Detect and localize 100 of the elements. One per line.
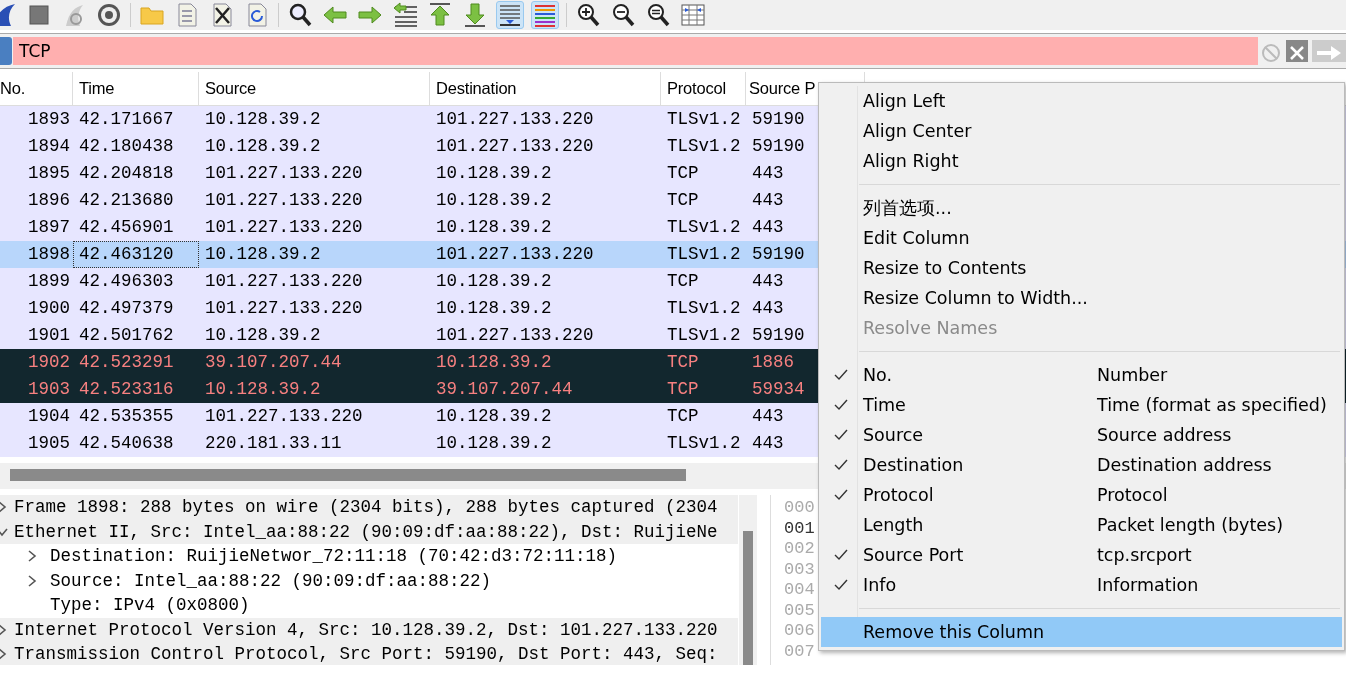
menu-item[interactable]: Protocol Protocol	[819, 480, 1344, 510]
scrollbar-thumb[interactable]	[743, 531, 753, 665]
expand-icon[interactable]	[0, 648, 8, 661]
table-cell-text: 42.456901	[78, 216, 175, 240]
table-cell-text: 10.128.39.2	[435, 162, 553, 186]
table-cell-text: 1904	[27, 405, 71, 429]
table-cell-text: 10.128.39.2	[204, 324, 322, 348]
table-cell-text: 59190	[751, 108, 806, 132]
table-cell-text: 1902	[27, 351, 71, 375]
table-cell-text: 59934	[751, 378, 806, 402]
table-cell-text: 101.227.133.220	[204, 270, 364, 294]
table-cell-text: 39.107.207.44	[204, 351, 343, 375]
table-cell-text: 443	[751, 216, 785, 240]
hex-offset: 004	[784, 579, 815, 598]
hex-offset: 007	[784, 640, 815, 659]
table-cell-text: 59190	[751, 324, 806, 348]
table-cell-text: TLSv1.2	[666, 135, 742, 159]
hex-offset: 003	[784, 558, 815, 577]
table-cell-text: 42.497379	[78, 297, 175, 321]
table-cell-text: 101.227.133.220	[435, 135, 595, 159]
scrollbar-thumb[interactable]	[10, 469, 686, 481]
hex-offset: 001	[784, 517, 815, 536]
table-cell-text: 10.128.39.2	[435, 216, 553, 240]
table-cell-text: 10.128.39.2	[435, 405, 553, 429]
table-cell-text: TCP	[666, 351, 700, 375]
table-cell-text: 1905	[27, 432, 71, 456]
table-cell-text: TLSv1.2	[666, 216, 742, 240]
table-cell-text: 1898	[27, 243, 71, 267]
table-cell-text: 42.171667	[78, 108, 175, 132]
table-cell-text: 101.227.133.220	[204, 216, 364, 240]
menu-item[interactable]: Info Information	[819, 570, 1344, 600]
tree-item[interactable]: Source: Intel_aa:88:22 (90:09:df:aa:88:22)	[50, 568, 492, 593]
hex-offset: 005	[784, 599, 815, 618]
tree-item[interactable]: Type: IPv4 (0x0800)	[50, 593, 250, 618]
table-cell-text: 1901	[27, 324, 71, 348]
tree-item[interactable]: Destination: RuijieNetwor_72:11:18 (70:42:d3:72:11:18)	[50, 544, 618, 569]
table-cell-text: 42.180438	[78, 135, 175, 159]
table-cell-text: 1895	[27, 162, 71, 186]
hex-offset: 000	[784, 497, 815, 516]
table-cell-text: 1894	[27, 135, 71, 159]
table-cell-text: 42.204818	[78, 162, 175, 186]
table-cell-text: 220.181.33.11	[204, 432, 343, 456]
table-cell-text: TLSv1.2	[666, 108, 742, 132]
close-button[interactable]	[1286, 40, 1308, 62]
table-cell-text: 39.107.207.44	[435, 378, 574, 402]
table-cell-text: TCP	[666, 162, 700, 186]
filter-field[interactable]: TCP	[13, 37, 1258, 65]
expand-icon[interactable]	[0, 501, 8, 514]
table-cell-text: 42.523291	[78, 351, 175, 375]
resize-columns-icon[interactable]	[679, 1, 707, 29]
table-cell-text: 1900	[27, 297, 71, 321]
table-cell-text: 1896	[27, 189, 71, 213]
autoscroll-icon[interactable]	[496, 1, 524, 29]
table-cell-text: 101.227.133.220	[435, 243, 595, 267]
table-cell-text: 42.523316	[78, 378, 175, 402]
table-cell-text: 10.128.39.2	[204, 108, 322, 132]
table-cell-text: TCP	[666, 378, 700, 402]
table-cell-text: 443	[751, 189, 785, 213]
hex-offset: 002	[784, 538, 815, 557]
menu-item[interactable]: Remove this Column	[821, 617, 1342, 647]
expand-icon[interactable]	[26, 550, 38, 563]
table-cell-text: 101.227.133.220	[204, 189, 364, 213]
table-cell-text: TCP	[666, 405, 700, 429]
table-cell-text: 443	[751, 405, 785, 429]
table-cell-text: 101.227.133.220	[204, 405, 364, 429]
menu-item[interactable]: Source Port tcp.srcport	[819, 540, 1344, 570]
table-cell-text: 1886	[751, 351, 795, 375]
colorize-icon[interactable]	[531, 1, 559, 29]
table-cell-text: 101.227.133.220	[435, 324, 595, 348]
column-header[interactable]: Protocol	[661, 72, 746, 105]
table-cell-text: 59190	[751, 243, 806, 267]
column-header[interactable]: Source	[199, 72, 430, 105]
table-cell-text: 443	[751, 297, 785, 321]
menu-item[interactable]: Length Packet length (bytes)	[819, 510, 1344, 540]
table-cell-text: 443	[751, 432, 785, 456]
table-cell-text: 443	[751, 270, 785, 294]
table-cell-text: TCP	[666, 270, 700, 294]
table-cell-text: TLSv1.2	[666, 432, 742, 456]
column-header[interactable]: No.	[0, 72, 73, 105]
table-cell-text: 1893	[27, 108, 71, 132]
table-cell-text: 42.540638	[78, 432, 175, 456]
table-cell-text: 1897	[27, 216, 71, 240]
table-cell-text: TLSv1.2	[666, 324, 742, 348]
table-cell-text: 1899	[27, 270, 71, 294]
table-cell-text: 10.128.39.2	[435, 270, 553, 294]
table-cell: 42.463120	[73, 241, 199, 268]
expand-icon[interactable]	[0, 623, 8, 636]
table-cell-text: 443	[751, 162, 785, 186]
table-cell-text: 101.227.133.220	[204, 297, 364, 321]
table-cell-text: 10.128.39.2	[204, 243, 322, 267]
table-cell-text: 10.128.39.2	[435, 432, 553, 456]
table-cell-text: 42.535355	[78, 405, 175, 429]
jump-lines-icon[interactable]	[391, 1, 419, 29]
expand-icon[interactable]	[26, 574, 38, 587]
column-header[interactable]: Destination	[430, 72, 661, 105]
table-cell-text: 10.128.39.2	[204, 378, 322, 402]
column-header[interactable]: Time	[73, 72, 199, 105]
table-cell-text: 42.496303	[78, 270, 175, 294]
table-cell-text: 10.128.39.2	[435, 297, 553, 321]
hex-offset: 006	[784, 620, 815, 639]
